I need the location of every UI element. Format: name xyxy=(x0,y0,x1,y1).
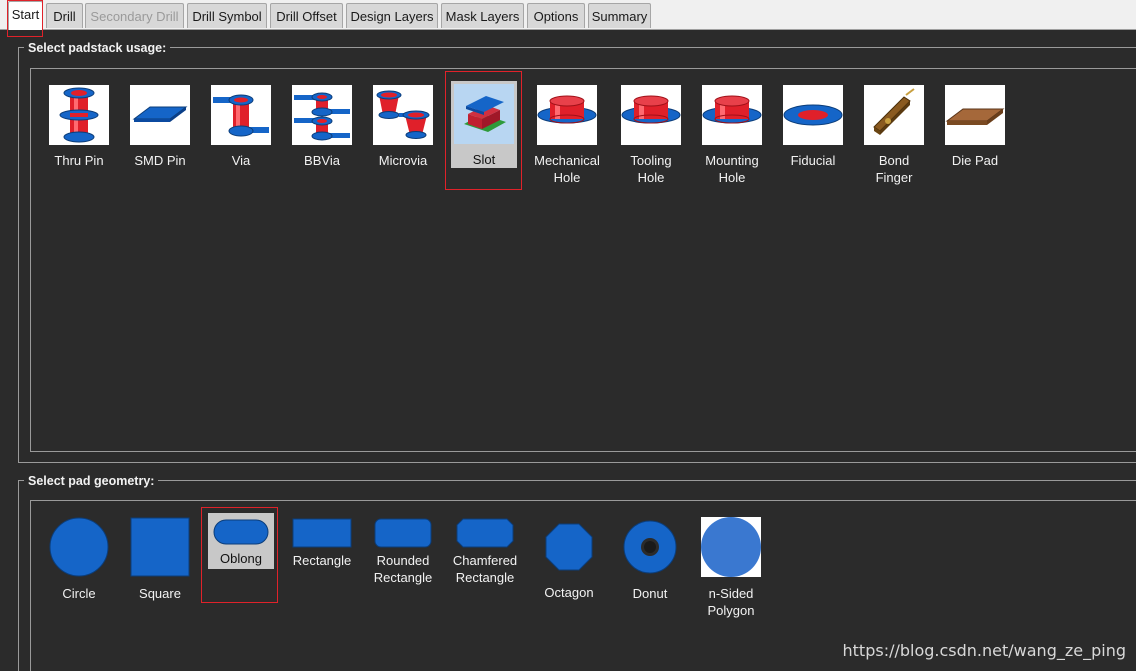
usage-label: Bond Finger xyxy=(875,153,913,185)
usage-bond-finger[interactable]: Bond Finger xyxy=(856,85,932,186)
bond-finger-icon xyxy=(864,85,924,145)
rectangle-shape-icon xyxy=(279,517,365,549)
usage-label: Tooling Hole xyxy=(630,153,672,185)
geometry-label: Octagon xyxy=(544,585,594,600)
tab-options[interactable]: Options xyxy=(527,3,585,28)
oblong-selection-bg: Oblong xyxy=(208,513,274,569)
geometry-label: Circle xyxy=(62,586,96,601)
geometry-square[interactable]: Square xyxy=(117,517,203,602)
mounting-hole-icon xyxy=(702,85,762,145)
mechanical-hole-icon xyxy=(537,85,597,145)
geometry-label: Oblong xyxy=(220,551,262,566)
tab-summary[interactable]: Summary xyxy=(588,3,651,28)
usage-mounting-hole[interactable]: Mounting Hole xyxy=(694,85,770,186)
slot-icon xyxy=(454,84,514,144)
usage-label: Mounting Hole xyxy=(705,153,759,185)
chamfered-rectangle-shape-icon xyxy=(442,517,528,549)
geometry-label: Chamfered Rectangle xyxy=(452,553,518,585)
usage-label: Via xyxy=(231,153,251,168)
usage-bbvia[interactable]: BBVia xyxy=(284,85,360,169)
usage-label: Mechanical Hole xyxy=(534,153,600,185)
geometry-n-sided-polygon[interactable]: n-Sided Polygon xyxy=(688,517,774,619)
usage-label: Microvia xyxy=(378,153,428,168)
geometry-rounded-rectangle[interactable]: Rounded Rectangle xyxy=(360,517,446,586)
usage-mechanical-hole[interactable]: Mechanical Hole xyxy=(529,85,605,186)
die-pad-icon xyxy=(945,85,1005,145)
rounded-rectangle-shape-icon xyxy=(360,517,446,549)
geometry-oblong[interactable]: Oblong xyxy=(198,513,284,569)
geometry-octagon[interactable]: Octagon xyxy=(526,522,612,601)
usage-via[interactable]: Via xyxy=(203,85,279,169)
usage-fiducial[interactable]: Fiducial xyxy=(775,85,851,169)
geometry-donut[interactable]: Donut xyxy=(607,519,693,602)
geometry-label: Square xyxy=(139,586,181,601)
tooling-hole-icon xyxy=(621,85,681,145)
geometry-chamfered-rectangle[interactable]: Chamfered Rectangle xyxy=(442,517,528,586)
octagon-shape-icon xyxy=(526,522,612,572)
square-shape-icon xyxy=(117,517,203,577)
tab-mask-layers[interactable]: Mask Layers xyxy=(441,3,524,28)
usage-label: SMD Pin xyxy=(134,153,186,168)
usage-label: Fiducial xyxy=(790,153,836,168)
tab-start[interactable]: Start xyxy=(8,1,43,30)
bbvia-icon xyxy=(292,85,352,145)
tab-design-layers[interactable]: Design Layers xyxy=(346,3,438,28)
geometry-label: n-Sided Polygon xyxy=(707,586,755,618)
oblong-shape-icon xyxy=(208,517,274,547)
n-sided-polygon-shape-icon xyxy=(688,517,774,577)
smd-pin-icon xyxy=(130,85,190,145)
via-icon xyxy=(211,85,271,145)
geometry-rectangle[interactable]: Rectangle xyxy=(279,517,365,569)
tab-drill-symbol[interactable]: Drill Symbol xyxy=(187,3,267,28)
usage-label: Slot xyxy=(451,144,517,168)
donut-shape-icon xyxy=(607,519,693,575)
tab-drill[interactable]: Drill xyxy=(46,3,83,28)
usage-label: Thru Pin xyxy=(54,153,104,168)
geometry-label: Rectangle xyxy=(292,553,352,568)
tab-bar: Start Drill Secondary Drill Drill Symbol… xyxy=(0,0,1136,30)
geometry-label: Donut xyxy=(632,586,668,601)
tab-drill-offset[interactable]: Drill Offset xyxy=(270,3,343,28)
microvia-icon xyxy=(373,85,433,145)
usage-thru-pin[interactable]: Thru Pin xyxy=(41,85,117,169)
geometry-label: Rounded Rectangle xyxy=(373,553,433,585)
slot-selection-bg xyxy=(451,81,517,144)
circle-shape-icon xyxy=(36,517,122,577)
usage-label: BBVia xyxy=(304,153,340,168)
usage-die-pad[interactable]: Die Pad xyxy=(937,85,1013,169)
usage-slot[interactable]: Slot xyxy=(446,81,522,168)
padstack-usage-title: Select padstack usage: xyxy=(24,40,171,56)
tab-secondary-drill: Secondary Drill xyxy=(85,3,184,28)
usage-label: Die Pad xyxy=(951,153,999,168)
geometry-circle[interactable]: Circle xyxy=(36,517,122,602)
fiducial-icon xyxy=(783,85,843,145)
pad-geometry-title: Select pad geometry: xyxy=(24,473,159,489)
usage-microvia[interactable]: Microvia xyxy=(365,85,441,169)
watermark-text: https://blog.csdn.net/wang_ze_ping xyxy=(842,641,1126,660)
usage-smd-pin[interactable]: SMD Pin xyxy=(122,85,198,169)
usage-tooling-hole[interactable]: Tooling Hole xyxy=(613,85,689,186)
thru-pin-icon xyxy=(49,85,109,145)
